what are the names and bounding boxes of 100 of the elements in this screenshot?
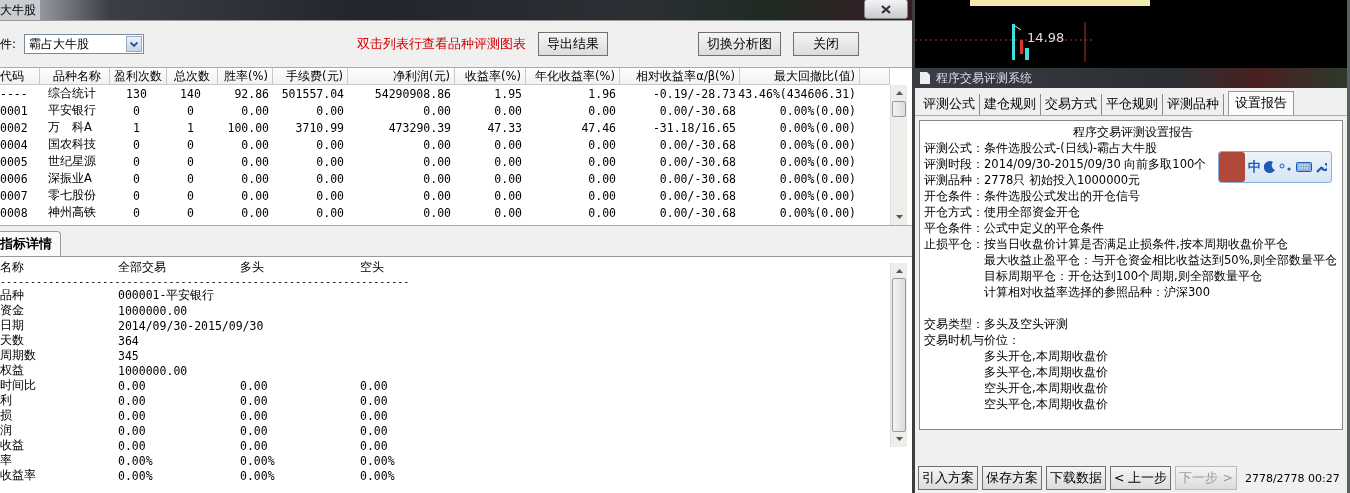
column-header — [860, 68, 890, 85]
table-cell-text: 万 科A — [47, 119, 93, 136]
table-cell-text: 0 — [132, 102, 141, 119]
table-cell-text: 0.00 — [422, 170, 452, 187]
row-label: 天数 — [0, 333, 25, 348]
table-cell-text: 0.00 — [240, 378, 269, 393]
input-mode-label[interactable]: 中 — [1248, 159, 1261, 175]
table-cell-text: 54290908.86 — [373, 85, 452, 102]
tab[interactable]: 交易方式 — [1041, 94, 1102, 115]
dropdown-value: 霸占大牛股 — [29, 35, 90, 53]
field-value: 公式中定义的平仓条件 — [984, 220, 1104, 236]
tab[interactable]: 平仓规则 — [1102, 94, 1163, 115]
field-value: 最大收益止盈平仓：与开仓资金相比收益达到50%,则全部数量平仓 — [983, 252, 1339, 268]
table-cell-text: 0 — [186, 204, 195, 221]
column-header[interactable]: 相对收益率α/β(%) — [620, 68, 740, 85]
field-value: 2778只 初始投入1000000元 — [984, 172, 1141, 188]
scrollbar-thumb[interactable] — [892, 101, 906, 117]
row-label: 收益 — [0, 438, 25, 453]
table-cell-text: 0.00%(0.00) — [778, 187, 857, 204]
table-cell-text: 0.00 — [315, 153, 345, 170]
column-header[interactable]: 总次数 — [167, 68, 218, 85]
action-button[interactable]: 引入方案 — [918, 466, 978, 490]
table-cell-text: 0.00 — [240, 136, 270, 153]
column-header[interactable]: 手续费(元) — [273, 68, 348, 85]
row-label: 润 — [0, 423, 13, 438]
table-cell-text: 1 — [186, 119, 195, 136]
wrench-icon[interactable] — [1315, 161, 1327, 173]
column-header[interactable]: 年化收益率(%) — [526, 68, 620, 85]
up-arrow-icon[interactable] — [895, 268, 903, 273]
table-cell-text: 0.00/-30.68 — [658, 187, 737, 204]
table-cell-text: 0.00 — [422, 153, 452, 170]
table-cell-text: 0004 — [0, 136, 29, 153]
column-header[interactable]: 净利润(元) — [348, 68, 455, 85]
field-value: 按当日收盘价计算是否满足止损条件,按本周期收盘价平仓 — [984, 236, 1288, 252]
tab[interactable]: 建仓规则 — [980, 94, 1041, 115]
table-cell-text: 0.00 — [422, 136, 452, 153]
action-button[interactable]: 下载数据 — [1046, 466, 1106, 490]
column-header[interactable]: 盈利次数 — [110, 68, 167, 85]
scrollbar[interactable] — [890, 263, 907, 447]
table-cell-text: 364 — [118, 333, 140, 348]
up-arrow-icon[interactable] — [895, 91, 903, 95]
scrollbar-thumb[interactable] — [892, 278, 906, 432]
table-cell-text: 0.00 — [493, 102, 523, 119]
table-cell-text: 0.00 — [587, 153, 617, 170]
export-button[interactable]: 导出结果 — [538, 32, 609, 56]
report-heading: 程序交易评测设置报告 — [1072, 124, 1194, 140]
punctuation-icon[interactable] — [1279, 162, 1293, 172]
table-cell-text: 0 — [132, 136, 141, 153]
details-tab[interactable]: 指标详情 — [0, 231, 61, 256]
column-header[interactable]: 最大回撤比(值) — [740, 68, 860, 85]
switch-chart-button[interactable]: 切换分析图 — [698, 32, 782, 56]
action-button[interactable]: 保存方案 — [982, 466, 1042, 490]
table-cell-text: 0.00 — [360, 438, 389, 453]
keyboard-icon[interactable] — [1296, 162, 1312, 172]
field-value: 多头平仓,本周期收盘价 — [983, 364, 1109, 380]
close-button[interactable]: 关闭 — [793, 32, 860, 56]
moon-icon[interactable] — [1264, 161, 1276, 173]
field-label: 交易时机与价位： — [924, 332, 1021, 348]
field-label: 评测公式： — [924, 140, 984, 156]
field-label: 评测时段： — [924, 156, 984, 172]
table-cell-text: 0.00%(0.00) — [778, 102, 857, 119]
down-arrow-icon[interactable] — [895, 215, 903, 219]
column-header[interactable]: 品种名称 — [40, 68, 110, 85]
table-cell-text: 0.00 — [240, 170, 270, 187]
tab[interactable]: 设置报告 — [1228, 91, 1294, 115]
table-cell-text: 0007 — [0, 187, 29, 204]
table-cell-text: 345 — [118, 348, 140, 363]
column-header[interactable]: 收益率(%) — [455, 68, 526, 85]
table-cell-text: 0.00 — [422, 204, 452, 221]
ime-toolbar[interactable]: 中 — [1218, 151, 1332, 183]
table-cell-text: 0002 — [0, 119, 29, 136]
table-cell-text: 0 — [186, 170, 195, 187]
column-header[interactable]: 胜率(%) — [218, 68, 273, 85]
table-cell-text: 0 — [132, 153, 141, 170]
table-cell-text: 0.00 — [315, 204, 345, 221]
table-cell-text: 0.00 — [493, 153, 523, 170]
field-value: 多头及空头评测 — [984, 316, 1068, 332]
table-cell-text: 473290.39 — [387, 119, 452, 136]
table-cell-text: 0.00 — [587, 136, 617, 153]
down-arrow-icon[interactable] — [895, 437, 903, 442]
condition-dropdown[interactable]: 霸占大牛股 — [24, 34, 145, 54]
column-header[interactable]: 代码 — [0, 68, 40, 85]
tab[interactable]: 评测公式 — [919, 94, 980, 115]
table-cell-text: 3710.99 — [294, 119, 345, 136]
table-cell-text: 0.00%(0.00) — [778, 136, 857, 153]
table-cell-text: 0008 — [0, 204, 29, 221]
table-cell-text: 0.00/-30.68 — [658, 204, 737, 221]
tab[interactable]: 评测品种 — [1163, 94, 1224, 115]
table-cell-text: 0006 — [0, 170, 29, 187]
table-cell-text: 0.00 — [587, 204, 617, 221]
close-button[interactable] — [864, 0, 908, 19]
table-cell-text: -31.18/16.65 — [651, 119, 737, 136]
action-button[interactable]: < 上一步 — [1110, 466, 1172, 490]
table-cell-text: 140 — [179, 85, 202, 102]
table-cell-text: 0.00 — [493, 136, 523, 153]
table-cell-text: 2014/09/30-2015/09/30 — [118, 318, 265, 333]
field-label: 评测品种： — [924, 172, 984, 188]
window-title: 大牛股 — [0, 0, 40, 21]
scrollbar[interactable] — [890, 85, 907, 225]
close-icon — [881, 4, 891, 14]
